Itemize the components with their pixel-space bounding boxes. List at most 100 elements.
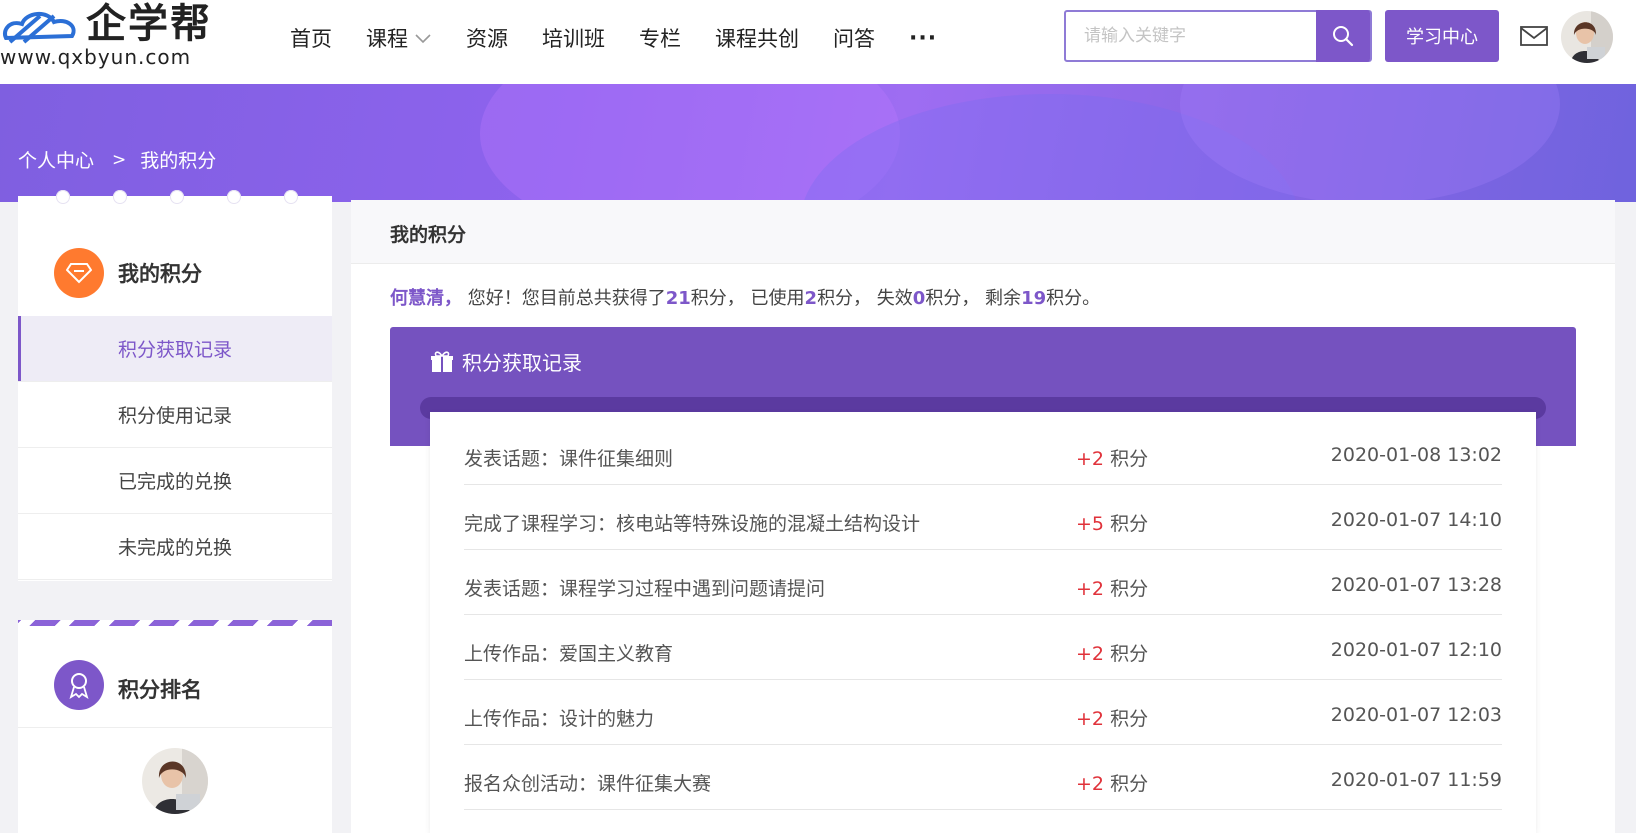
nav-columns-label: 专栏: [639, 27, 681, 51]
list-item: 上传作品：爱国主义教育 +2 积分 2020-01-07 12:10: [464, 613, 1502, 680]
list-item: 上传作品：设计的魅力 +2 积分 2020-01-07 12:03: [464, 678, 1502, 745]
points-delta: +2: [1076, 773, 1105, 795]
record-description: 发表话题：课件征集细则: [464, 448, 674, 470]
summary-text: 积分。: [1046, 288, 1101, 309]
record-description: 上传作品：爱国主义教育: [464, 643, 674, 665]
page-title: 我的积分: [390, 224, 467, 246]
record-time: 2020-01-08 13:02: [1330, 444, 1502, 466]
user-avatar[interactable]: [1561, 11, 1613, 63]
summary-text: 积分， 剩余: [925, 288, 1022, 309]
logo-text: 企学帮: [86, 1, 212, 47]
record-points: +2 积分: [1076, 444, 1148, 471]
record-time: 2020-01-07 12:10: [1330, 639, 1502, 661]
search-icon: [1333, 26, 1354, 47]
breadcrumb: 个人中心 > 我的积分: [18, 146, 216, 173]
list-item: 发表话题：课件征集细则 +2 积分 2020-01-08 13:02: [464, 418, 1502, 485]
nav-resources-label: 资源: [466, 27, 508, 51]
record-description: 上传作品：设计的魅力: [464, 708, 655, 730]
gift-icon: [431, 350, 453, 372]
points-sidebar: 我的积分 积分获取记录 积分使用记录 已完成的兑换 未完成的兑换: [18, 190, 332, 581]
record-time: 2020-01-07 11:59: [1330, 769, 1502, 791]
nav-co-create-label: 课程共创: [715, 27, 799, 51]
breadcrumb-personal-center[interactable]: 个人中心: [18, 146, 94, 173]
nav-qa[interactable]: 问答: [833, 23, 875, 53]
sidebar-header: 我的积分: [18, 196, 332, 316]
main-header: 我的积分: [351, 200, 1615, 264]
nav-resources[interactable]: 资源: [466, 23, 508, 53]
nav-qa-label: 问答: [833, 27, 875, 51]
sidebar-item-use-records[interactable]: 积分使用记录: [18, 382, 332, 448]
logo-url: www.qxbyun.com: [0, 45, 192, 69]
ranking-header: 积分排名: [18, 620, 332, 728]
nav-training[interactable]: 培训班: [542, 23, 605, 53]
logo[interactable]: 企学帮 www.qxbyun.com: [0, 2, 240, 72]
ranking-avatar[interactable]: [142, 748, 208, 814]
record-time: 2020-01-07 14:10: [1330, 509, 1502, 531]
nav-columns[interactable]: 专栏: [639, 23, 681, 53]
record-description: 发表话题：课程学习过程中遇到问题请提问: [464, 578, 826, 600]
search-button[interactable]: [1316, 10, 1370, 62]
ranking-panel: 积分排名: [18, 620, 332, 833]
record-description: 完成了课程学习：核电站等特殊设施的混凝土结构设计: [464, 513, 921, 535]
record-points: +2 积分: [1076, 704, 1148, 731]
points-delta: +5: [1076, 513, 1105, 535]
records-title: 积分获取记录: [430, 347, 582, 376]
breadcrumb-separator: >: [112, 149, 127, 170]
avatar-image: [142, 748, 208, 814]
user-name: 何慧清，: [390, 288, 462, 309]
record-description: 报名众创活动：课件征集大赛: [464, 773, 712, 795]
nav-courses-label: 课程: [366, 27, 408, 51]
diamond-icon: [54, 248, 104, 298]
sidebar-title: 我的积分: [118, 262, 202, 286]
used-points: 2: [804, 288, 818, 309]
points-delta: +2: [1076, 448, 1105, 470]
study-center-button[interactable]: 学习中心: [1385, 10, 1499, 62]
earn-records-card: 积分获取记录 发表话题：课件征集细则 +2 积分 2020-01-08 13:0…: [390, 327, 1576, 833]
page-banner: [0, 84, 1636, 202]
record-time: 2020-01-07 12:03: [1330, 704, 1502, 726]
nav-home-label: 首页: [290, 27, 332, 51]
points-unit: 积分: [1110, 708, 1149, 730]
mail-icon[interactable]: [1519, 24, 1549, 48]
record-time: 2020-01-07 13:28: [1330, 574, 1502, 596]
list-item: 发表话题：课程学习过程中遇到问题请提问 +2 积分 2020-01-07 13:…: [464, 548, 1502, 615]
sidebar-item-pending-exchanges[interactable]: 未完成的兑换: [18, 514, 332, 580]
record-points: +5 积分: [1076, 509, 1148, 536]
logo-cloud-icon: [3, 12, 76, 44]
points-delta: +2: [1076, 578, 1105, 600]
points-delta: +2: [1076, 708, 1105, 730]
remaining-points: 19: [1021, 288, 1047, 309]
main-nav: 首页 课程 资源 培训班 专栏 课程共创 问答 ···: [290, 20, 971, 56]
nav-co-create[interactable]: 课程共创: [715, 23, 799, 53]
points-summary: 何慧清， 您好！您目前总共获得了21积分， 已使用2积分， 失效0积分， 剩余1…: [390, 284, 1100, 310]
top-header: 企学帮 www.qxbyun.com 首页 课程 资源 培训班 专栏 课程共创 …: [0, 0, 1636, 84]
record-points: +2 积分: [1076, 639, 1148, 666]
points-unit: 积分: [1110, 513, 1149, 535]
points-unit: 积分: [1110, 448, 1149, 470]
points-unit: 积分: [1110, 643, 1149, 665]
search-input[interactable]: [1066, 12, 1318, 60]
nav-more-button[interactable]: ···: [909, 26, 937, 51]
summary-text: 您好！您目前总共获得了: [467, 288, 666, 309]
earned-points: 21: [665, 288, 691, 309]
points-delta: +2: [1076, 643, 1105, 665]
sidebar-item-completed-exchanges[interactable]: 已完成的兑换: [18, 448, 332, 514]
decorative-stripe: [18, 620, 332, 626]
nav-courses[interactable]: 课程: [366, 23, 432, 53]
sidebar-item-earn-records[interactable]: 积分获取记录: [18, 316, 332, 382]
breadcrumb-current: 我的积分: [140, 150, 217, 172]
chevron-down-icon: [415, 34, 431, 44]
ranking-title: 积分排名: [118, 678, 202, 702]
points-unit: 积分: [1110, 578, 1149, 600]
points-unit: 积分: [1110, 773, 1149, 795]
list-item: 报名众创活动：课件征集大赛 +2 积分 2020-01-07 11:59: [464, 743, 1502, 810]
nav-home[interactable]: 首页: [290, 23, 332, 53]
main-panel: 我的积分 何慧清， 您好！您目前总共获得了21积分， 已使用2积分， 失效0积分…: [351, 200, 1615, 833]
award-icon: [54, 660, 104, 710]
expired-points: 0: [912, 288, 926, 309]
summary-text: 积分， 失效: [817, 288, 913, 309]
list-item: 完成了课程学习：核电站等特殊设施的混凝土结构设计 +5 积分 2020-01-0…: [464, 483, 1502, 550]
nav-training-label: 培训班: [542, 27, 605, 51]
search-box: [1064, 10, 1372, 62]
records-title-label: 积分获取记录: [462, 351, 582, 375]
